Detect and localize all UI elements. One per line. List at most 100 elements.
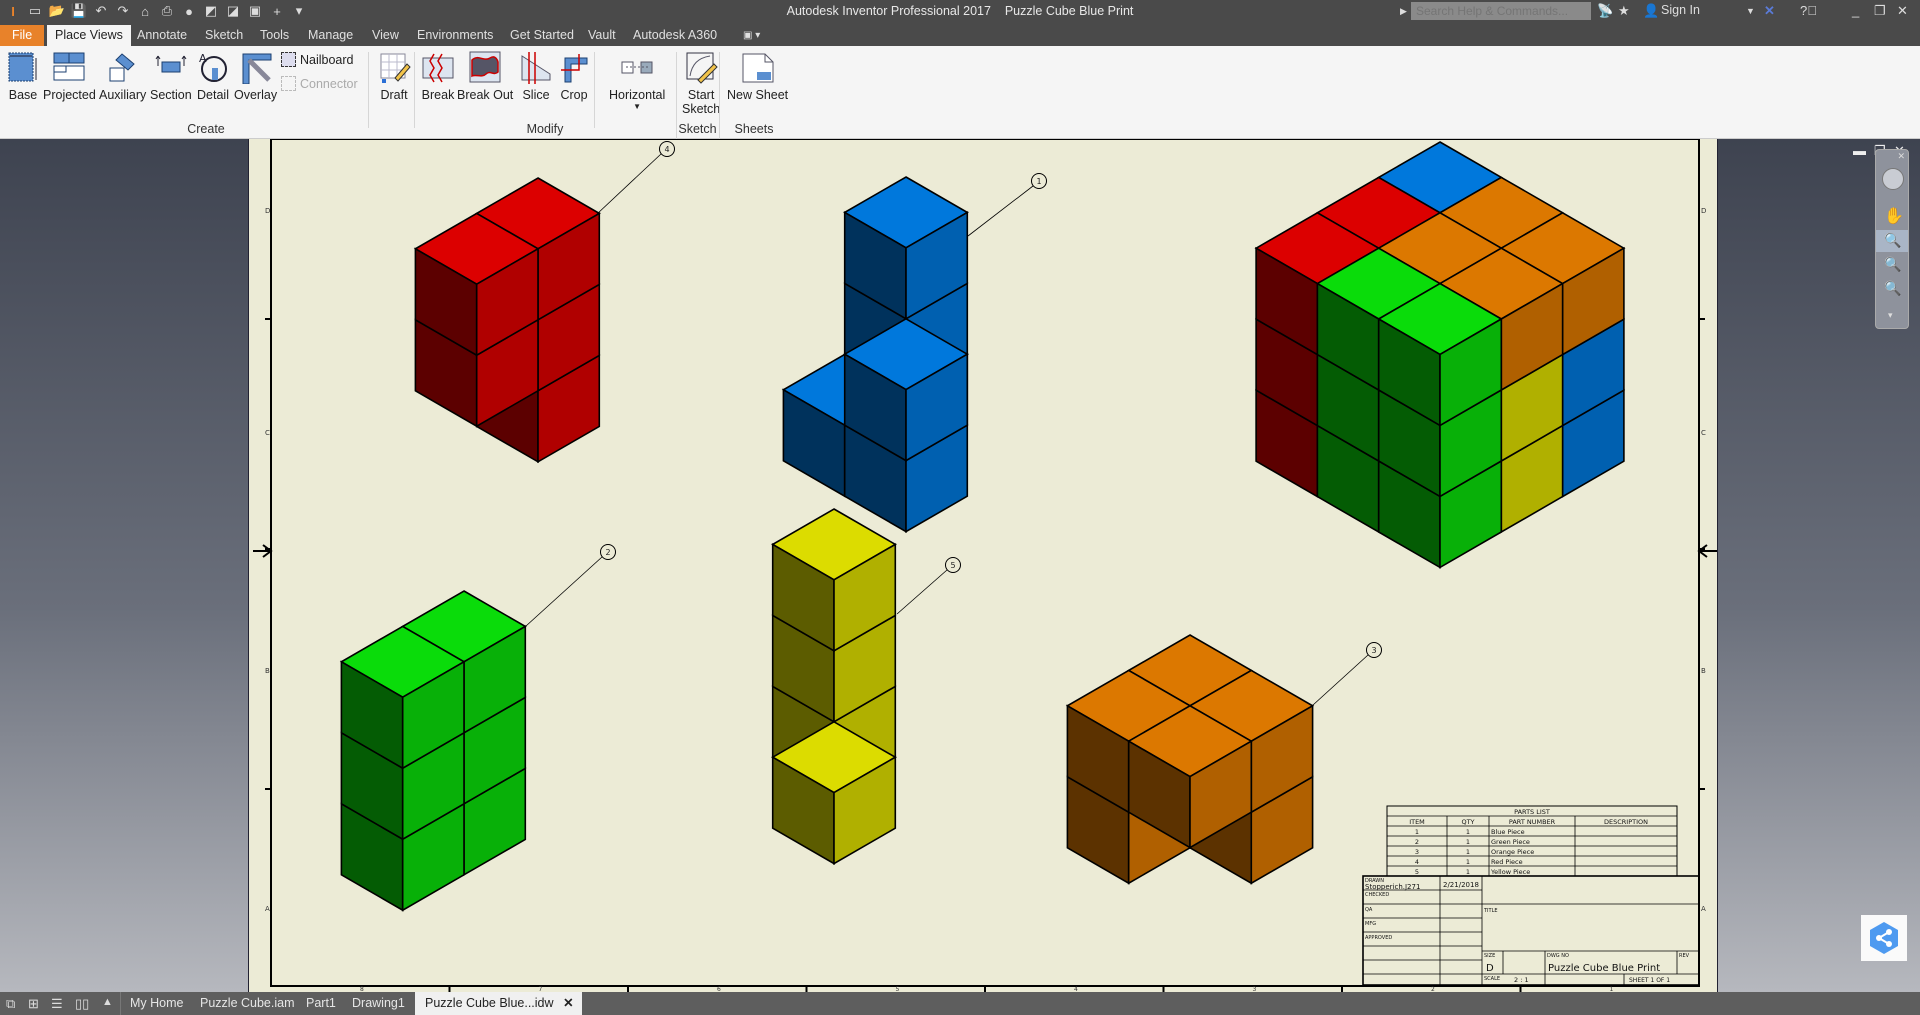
parts-list-cell: 1 — [1466, 848, 1470, 856]
customize-icon[interactable]: ▾ — [290, 2, 308, 20]
break-out-label: Break Out — [457, 88, 514, 102]
separator — [368, 52, 369, 128]
overlay-view-button[interactable]: Overlay — [234, 50, 277, 102]
communication-center-icon[interactable]: 📡 — [1597, 3, 1613, 19]
draft-view-button[interactable]: Draft — [377, 50, 411, 102]
slice-button[interactable]: Slice — [519, 50, 553, 102]
section-view-button[interactable]: Section — [150, 50, 192, 102]
doc-tab-puzzle-cube-iam[interactable]: Puzzle Cube.iam — [190, 992, 305, 1015]
connector-button[interactable]: Connector — [281, 76, 358, 91]
zoom-icon[interactable]: 🔍 — [1876, 230, 1908, 252]
tab-sketch[interactable]: Sketch — [197, 25, 251, 46]
sign-in-link[interactable]: Sign In — [1661, 3, 1700, 17]
doc-tab-puzzle-cube-blueprint[interactable]: Puzzle Cube Blue...idw ✕ — [415, 992, 582, 1015]
minimize-window-icon[interactable]: _ — [1852, 3, 1859, 18]
help-icon[interactable]: ?⃝ — [1800, 3, 1817, 18]
tab-annotate[interactable]: Annotate — [129, 25, 195, 46]
base-view-button[interactable]: Base — [6, 50, 40, 102]
auxiliary-view-button[interactable]: Auxiliary — [99, 50, 146, 102]
base-view-icon — [8, 52, 37, 82]
nailboard-button[interactable]: Nailboard — [281, 52, 354, 67]
sign-in-dropdown-icon[interactable]: ▼ — [1746, 6, 1755, 16]
graphics-window[interactable]: D D C C B B A A 8 7 6 5 4 3 2 1 4 1 2 5 3 PARTS LIST ITEM QTY PA… — [0, 138, 1920, 993]
zoom-window-icon[interactable]: 🔍 — [1884, 280, 1901, 297]
tab-environments[interactable]: Environments — [409, 25, 501, 46]
balloon-leader — [596, 153, 662, 215]
parts-list-cell: 4 — [1415, 858, 1419, 866]
rebuild-icon[interactable]: ◪ — [224, 2, 242, 20]
save-icon[interactable]: 💾 — [70, 2, 88, 20]
new-icon[interactable]: ▭ — [26, 2, 44, 20]
modify-group-label: Modify — [526, 122, 564, 136]
doc-tab-drawing1[interactable]: Drawing1 — [342, 992, 415, 1015]
close-tab-icon[interactable]: ✕ — [563, 992, 573, 1015]
tab-get-started[interactable]: Get Started — [502, 25, 582, 46]
zone-row-label-left: A — [265, 905, 270, 913]
nailboard-label: Nailboard — [300, 52, 354, 67]
appearance-icon[interactable]: ● — [180, 2, 198, 20]
close-navbar-icon[interactable]: ✕ — [1897, 151, 1905, 162]
zone-row-label-left: B — [265, 667, 270, 675]
detail-view-button[interactable]: A Detail — [196, 50, 230, 102]
home-icon[interactable]: ⌂ — [136, 2, 154, 20]
overlay-label: Overlay — [234, 88, 278, 102]
tab-manage[interactable]: Manage — [300, 25, 361, 46]
break-button[interactable]: Break — [421, 50, 455, 102]
close-window-icon[interactable]: ✕ — [1897, 3, 1908, 19]
exchange-apps-icon[interactable]: ✕ — [1764, 3, 1775, 19]
update-icon[interactable]: ◩ — [202, 2, 220, 20]
crop-button[interactable]: Crop — [557, 50, 591, 102]
draft-label: Draft — [380, 88, 408, 102]
horizontal-align-button[interactable]: Horizontal ▼ — [609, 50, 665, 111]
arrange-horizontal-icon[interactable]: ☰ — [51, 996, 63, 1012]
new-sheet-icon — [742, 53, 774, 83]
drawing-sheet[interactable]: D D C C B B A A 8 7 6 5 4 3 2 1 4 1 2 5 3 PARTS LIST ITEM QTY PA… — [248, 138, 1718, 993]
share-view-button[interactable] — [1861, 915, 1907, 961]
favorites-icon[interactable]: ★ — [1618, 3, 1630, 19]
break-out-button[interactable]: Break Out — [457, 50, 513, 102]
overlay-view-icon — [242, 53, 272, 84]
tab-autodesk-a360[interactable]: Autodesk A360 — [625, 25, 725, 46]
open-icon[interactable]: 📂 — [48, 2, 66, 20]
tile-windows-icon[interactable]: ⊞ — [28, 996, 39, 1012]
horizontal-dropdown-icon[interactable]: ▼ — [633, 102, 641, 111]
balloon-number: 2 — [605, 548, 610, 557]
tab-view[interactable]: View — [364, 25, 407, 46]
tab-tools[interactable]: Tools — [252, 25, 297, 46]
projected-view-button[interactable]: Projected — [43, 50, 96, 102]
create-group-label: Create — [187, 122, 225, 136]
zone-row-label-right: A — [1701, 905, 1706, 913]
balloon-leader — [896, 569, 948, 615]
cascade-windows-icon[interactable]: ⧉ — [6, 996, 15, 1012]
doc-tab-part1[interactable]: Part1 — [296, 992, 346, 1015]
undo-icon[interactable]: ↶ — [92, 2, 110, 20]
arrange-vertical-icon[interactable]: ▯▯ — [75, 996, 89, 1012]
steering-wheel-2d-icon[interactable] — [1882, 168, 1904, 190]
tab-place-views[interactable]: Place Views — [47, 25, 131, 46]
redo-icon[interactable]: ↷ — [114, 2, 132, 20]
search-help-input[interactable] — [1411, 2, 1591, 20]
panel-toggle-icon[interactable]: ▣ ▾ — [735, 25, 768, 46]
ilogic-icon[interactable]: ▣ — [246, 2, 264, 20]
size-value: D — [1486, 963, 1494, 974]
measure-icon[interactable]: + — [268, 2, 286, 20]
tab-file[interactable]: File — [0, 25, 45, 46]
balloon-leader — [967, 185, 1034, 237]
zoom-all-icon[interactable]: 🔍 — [1884, 256, 1901, 273]
tab-vault[interactable]: Vault — [580, 25, 624, 46]
dwg-no-label: DWG NO — [1547, 953, 1569, 959]
nailboard-icon — [281, 52, 296, 67]
svg-text:A: A — [199, 52, 207, 65]
new-sheet-button[interactable]: New Sheet — [727, 50, 788, 102]
navbar-options-icon[interactable]: ▾ — [1888, 310, 1893, 321]
title-bar: I ▭ 📂 💾 ↶ ↷ ⌂ ⎙ ● ◩ ◪ ▣ + ▾ Autodesk Inv… — [0, 0, 1920, 24]
minimize-document-icon[interactable]: ▬ — [1853, 143, 1866, 158]
restore-window-icon[interactable]: ❐ — [1874, 3, 1886, 19]
document-list-icon[interactable]: ▲ — [102, 996, 113, 1008]
doc-tab-my-home[interactable]: My Home — [120, 992, 193, 1015]
pan-icon[interactable]: ✋ — [1884, 206, 1904, 226]
print-icon[interactable]: ⎙ — [158, 2, 176, 20]
sketch-group-label: Sketch — [678, 122, 717, 136]
start-sketch-button[interactable]: Start Sketch — [682, 50, 720, 116]
expand-search-icon[interactable]: ▶ — [1400, 6, 1407, 17]
